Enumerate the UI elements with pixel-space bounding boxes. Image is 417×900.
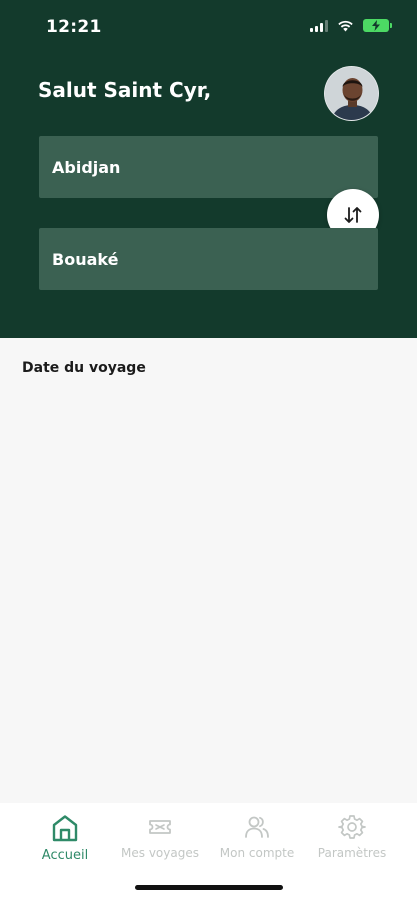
destination-city-value: Bouaké <box>52 249 119 269</box>
users-icon <box>245 816 269 838</box>
status-bar: 12:21 <box>0 0 417 58</box>
departure-city-value: Abidjan <box>52 157 121 177</box>
nav-item-home[interactable]: Accueil <box>15 813 115 863</box>
wifi-icon <box>338 20 353 31</box>
nav-label-settings: Paramètres <box>317 846 387 860</box>
nav-item-settings[interactable]: Paramètres <box>302 813 402 860</box>
nav-item-my-trips[interactable]: Mes voyages <box>110 813 210 860</box>
profile-avatar[interactable] <box>324 66 379 121</box>
departure-city-field[interactable]: Abidjan <box>39 136 378 198</box>
nav-label-my-account: Mon compte <box>219 846 295 860</box>
nav-item-my-account[interactable]: Mon compte <box>207 813 307 860</box>
battery-charging-icon <box>363 19 392 32</box>
greeting-title: Salut Saint Cyr, <box>38 78 212 102</box>
gear-icon <box>338 815 366 839</box>
destination-city-field[interactable]: Bouaké <box>39 228 378 290</box>
header-panel: 12:21 Salut Saint Cyr, Abidjan Bouaké <box>0 0 417 338</box>
avatar-photo <box>325 67 378 120</box>
nav-label-my-trips: Mes voyages <box>121 846 199 860</box>
nav-label-home: Accueil <box>41 848 89 863</box>
home-indicator[interactable] <box>135 885 283 890</box>
status-icons <box>310 19 392 32</box>
trip-date-label: Date du voyage <box>22 360 146 376</box>
status-time: 12:21 <box>46 17 102 37</box>
swap-vertical-arrows-icon <box>344 207 362 223</box>
home-icon <box>52 815 78 842</box>
home-screen: 12:21 Salut Saint Cyr, Abidjan Bouaké Da… <box>0 0 417 900</box>
ticket-icon <box>149 820 171 834</box>
cellular-signal-icon <box>310 19 328 32</box>
